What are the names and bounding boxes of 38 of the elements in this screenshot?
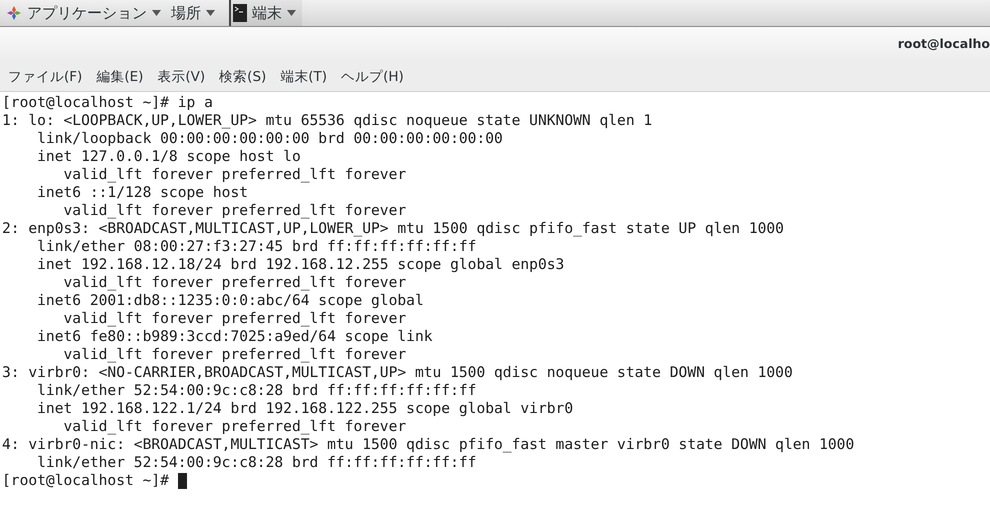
terminal-icon bbox=[233, 4, 247, 22]
terminal-line: inet 127.0.0.1/8 scope host lo bbox=[36, 148, 301, 166]
terminal-line: link/ether 52:54:00:9c:c8:28 brd ff:ff:ff:ff:ff:ff bbox=[36, 454, 476, 472]
terminal-line: inet6 fe80::b989:3ccd:7025:a9ed/64 scope link bbox=[36, 328, 433, 346]
apps-icon bbox=[6, 5, 22, 21]
window-title: root@localho bbox=[898, 36, 990, 50]
terminal-line: link/loopback 00:00:00:00:00:00 brd 00:00:00:00:00:00 bbox=[36, 130, 503, 148]
terminal-line: [root@localhost ~]# ip a bbox=[2, 94, 213, 112]
menu-item[interactable]: ヘルプ(H) bbox=[337, 66, 408, 88]
terminal-line: valid_lft forever preferred_lft forever bbox=[62, 202, 406, 220]
caret-icon bbox=[287, 10, 296, 16]
terminal-line: inet6 ::1/128 scope host bbox=[36, 184, 248, 202]
terminal-line: valid_lft forever preferred_lft forever bbox=[62, 166, 406, 184]
menu-item[interactable]: 編集(E) bbox=[92, 66, 148, 88]
panel-menu[interactable]: アプリケーション bbox=[4, 0, 169, 26]
terminal-line: inet6 2001:db8::1235:0:0:abc/64 scope global bbox=[36, 292, 424, 310]
terminal-line: 1: lo: <LOOPBACK,UP,LOWER_UP> mtu 65536 qdisc noqueue state UNKNOWN qlen 1 bbox=[2, 112, 652, 130]
terminal-prompt: [root@localhost ~]# bbox=[2, 472, 169, 490]
menu-item[interactable]: 端末(T) bbox=[276, 66, 332, 88]
taskbar-item[interactable]: 端末 bbox=[229, 0, 302, 26]
terminal-line: valid_lft forever preferred_lft forever bbox=[62, 346, 406, 364]
caret-icon bbox=[152, 10, 161, 16]
terminal-line: 4: virbr0-nic: <BROADCAST,MULTICAST> mtu 1500 qdisc pfifo_fast master virbr0 state DOWN qlen 1000 bbox=[2, 436, 854, 454]
terminal-line: inet 192.168.122.1/24 brd 192.168.122.255 scope global virbr0 bbox=[36, 400, 574, 418]
terminal-line: inet 192.168.12.18/24 brd 192.168.12.255 scope global enp0s3 bbox=[36, 256, 564, 274]
menu-item[interactable]: 表示(V) bbox=[153, 66, 210, 88]
caret-icon bbox=[206, 10, 215, 16]
panel-menu[interactable]: 場所 bbox=[169, 0, 223, 26]
menu-item[interactable]: ファイル(F) bbox=[4, 66, 86, 88]
terminal-line: 3: virbr0: <NO-CARRIER,BROADCAST,MULTICAST,UP> mtu 1500 qdisc noqueue state DOWN qlen 1000 bbox=[2, 364, 793, 382]
terminal-line: link/ether 52:54:00:9c:c8:28 brd ff:ff:ff:ff:ff:ff bbox=[36, 382, 476, 400]
terminal-line: valid_lft forever preferred_lft forever bbox=[62, 274, 406, 292]
menu-item[interactable]: 検索(S) bbox=[215, 66, 270, 88]
terminal-line: valid_lft forever preferred_lft forever bbox=[62, 310, 406, 328]
terminal-line: link/ether 08:00:27:f3:27:45 brd ff:ff:ff:ff:ff:ff bbox=[36, 238, 476, 256]
text-cursor bbox=[178, 473, 187, 489]
terminal-line: 2: enp0s3: <BROADCAST,MULTICAST,UP,LOWER_UP> mtu 1500 qdisc pfifo_fast state UP qlen 1000 bbox=[2, 220, 784, 238]
terminal-line: valid_lft forever preferred_lft forever bbox=[62, 418, 406, 436]
